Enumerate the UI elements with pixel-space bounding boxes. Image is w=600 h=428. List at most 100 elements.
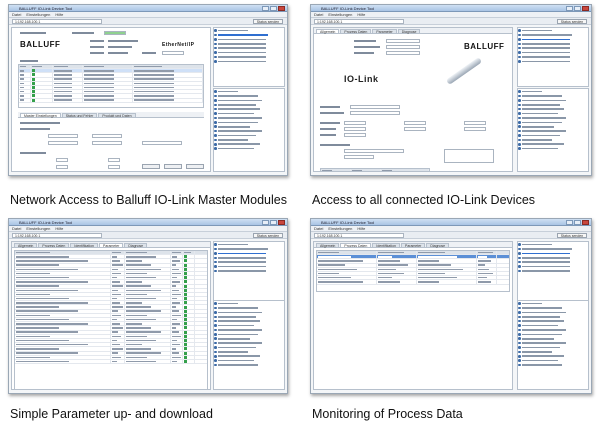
menu-help[interactable]: Hilfe (55, 12, 63, 17)
content-area: BALLUFF EtherNet/IP Master Einstellungen… (9, 25, 287, 175)
tab-product-data[interactable]: Produkt und Daten (98, 113, 136, 118)
close-icon[interactable] (582, 220, 589, 225)
minimize-icon[interactable] (566, 6, 573, 11)
action-button[interactable] (186, 164, 204, 169)
menu-settings[interactable]: Einstellungen (26, 12, 50, 17)
menu-help[interactable]: Hilfe (55, 226, 63, 231)
device-tree[interactable] (213, 27, 285, 87)
status-button[interactable]: Status senden (557, 233, 587, 238)
catalog-list[interactable] (213, 88, 285, 172)
close-icon[interactable] (278, 220, 285, 225)
catalog-list[interactable] (213, 300, 285, 390)
action-button[interactable] (164, 164, 182, 169)
maximize-icon[interactable] (574, 220, 581, 225)
menu-settings[interactable]: Einstellungen (328, 12, 352, 17)
caption-process-data: Monitoring of Process Data (312, 407, 463, 421)
toolbar: 1:192.168.100.1 Status senden (9, 18, 287, 25)
tab-parameter[interactable]: Parameter (401, 243, 426, 248)
tab-master-settings[interactable]: Master Einstellungen (20, 113, 61, 118)
panel-parameter: BALLUFF IO-Link Device Tool Datei Einste… (0, 214, 300, 428)
device-tree[interactable] (517, 27, 589, 87)
close-icon[interactable] (582, 6, 589, 11)
process-data-table (316, 250, 510, 292)
tab-general[interactable]: Allgemein (14, 243, 38, 248)
settings-field[interactable] (92, 141, 122, 145)
menu-settings[interactable]: Einstellungen (26, 226, 50, 231)
tab-status-errors[interactable]: Status und Fehler (61, 113, 98, 118)
menu-file[interactable]: Datei (314, 12, 323, 17)
master-detail-pane: BALLUFF EtherNet/IP Master Einstellungen… (11, 27, 211, 172)
process-field[interactable] (108, 165, 120, 169)
device-tabs: Allgemein Prozess Daten Parameter Diagno… (314, 28, 512, 34)
process-field[interactable] (56, 165, 68, 169)
caption-parameter: Simple Parameter up- and download (10, 407, 213, 421)
catalog-list[interactable] (517, 88, 589, 172)
panel-network-access: BALLUFF IO-Link Device Tool Datei Einste… (0, 0, 300, 214)
process-data-pane: Allgemein Prozess Daten Identifikation P… (313, 241, 513, 390)
tab-diagnosis[interactable]: Diagnose (426, 243, 450, 248)
settings-field[interactable] (142, 141, 182, 145)
port-table (18, 64, 204, 108)
menu-help[interactable]: Hilfe (357, 12, 365, 17)
minimize-icon[interactable] (262, 6, 269, 11)
address-field[interactable]: 1:192.168.100.1 (12, 233, 102, 238)
address-field[interactable]: 1:192.168.100.1 (314, 233, 404, 238)
status-button[interactable]: Status senden (557, 19, 587, 24)
window-controls[interactable] (566, 6, 589, 11)
status-button[interactable]: Status senden (253, 233, 283, 238)
tab-diagnosis[interactable]: Diagnose (124, 243, 148, 248)
catalog-list[interactable] (517, 300, 589, 390)
action-button[interactable] (142, 164, 160, 169)
maximize-icon[interactable] (270, 220, 277, 225)
menu-file[interactable]: Datei (12, 226, 21, 231)
table-row[interactable] (15, 359, 207, 365)
settings-field[interactable] (48, 141, 78, 145)
close-icon[interactable] (278, 6, 285, 11)
tab-parameter[interactable]: Parameter (372, 29, 397, 34)
settings-field[interactable] (92, 134, 122, 138)
window-controls[interactable] (566, 220, 589, 225)
screenshot-device-access: BALLUFF IO-Link Device Tool Datei Einste… (310, 4, 592, 176)
minimize-icon[interactable] (566, 220, 573, 225)
device-detail-pane: Allgemein Prozess Daten Parameter Diagno… (313, 27, 513, 172)
panel-device-access: BALLUFF IO-Link Device Tool Datei Einste… (300, 0, 600, 214)
process-field[interactable] (108, 158, 120, 162)
content-area: Allgemein Prozess Daten Identifikation P… (311, 239, 591, 393)
menu-file[interactable]: Datei (314, 226, 323, 231)
process-field[interactable] (56, 158, 68, 162)
tab-identification[interactable]: Identifikation (70, 243, 98, 248)
window-title: BALLUFF IO-Link Device Tool (19, 6, 73, 11)
table-row[interactable] (19, 98, 203, 103)
menu-settings[interactable]: Einstellungen (328, 226, 352, 231)
tab-process-data[interactable]: Prozess Daten (38, 243, 70, 248)
window-controls[interactable] (262, 6, 285, 11)
window-controls[interactable] (262, 220, 285, 225)
address-field[interactable]: 1:192.168.100.1 (12, 19, 102, 24)
tab-process-data[interactable]: Prozess Daten (340, 243, 372, 248)
tab-parameter[interactable]: Parameter (99, 243, 124, 248)
balluff-logo: BALLUFF (20, 40, 61, 49)
window-title: BALLUFF IO-Link Device Tool (321, 220, 375, 225)
tab-diagnosis[interactable]: Diagnose (397, 29, 421, 34)
menu-file[interactable]: Datei (12, 12, 21, 17)
status-button[interactable]: Status senden (253, 19, 283, 24)
panel-process-data: BALLUFF IO-Link Device Tool Datei Einste… (300, 214, 600, 428)
device-tree[interactable] (213, 241, 285, 301)
table-row[interactable] (317, 280, 509, 285)
maximize-icon[interactable] (574, 6, 581, 11)
maximize-icon[interactable] (270, 6, 277, 11)
menu-help[interactable]: Hilfe (357, 226, 365, 231)
balluff-logo: BALLUFF (464, 42, 505, 51)
settings-field[interactable] (48, 134, 78, 138)
window-title: BALLUFF IO-Link Device Tool (19, 220, 73, 225)
minimize-icon[interactable] (262, 220, 269, 225)
screenshot-master-modules: BALLUFF IO-Link Device Tool Datei Einste… (8, 4, 288, 176)
address-field[interactable]: 1:192.168.100.1 (314, 19, 404, 24)
content-area: Allgemein Prozess Daten Parameter Diagno… (311, 25, 591, 175)
tab-identification[interactable]: Identifikation (372, 243, 400, 248)
tab-process-data[interactable]: Prozess Daten (340, 29, 372, 34)
tab-general[interactable]: Allgemein (316, 29, 340, 34)
screenshot-parameter: BALLUFF IO-Link Device Tool Datei Einste… (8, 218, 288, 394)
device-tree[interactable] (517, 241, 589, 301)
tab-general[interactable]: Allgemein (316, 243, 340, 248)
